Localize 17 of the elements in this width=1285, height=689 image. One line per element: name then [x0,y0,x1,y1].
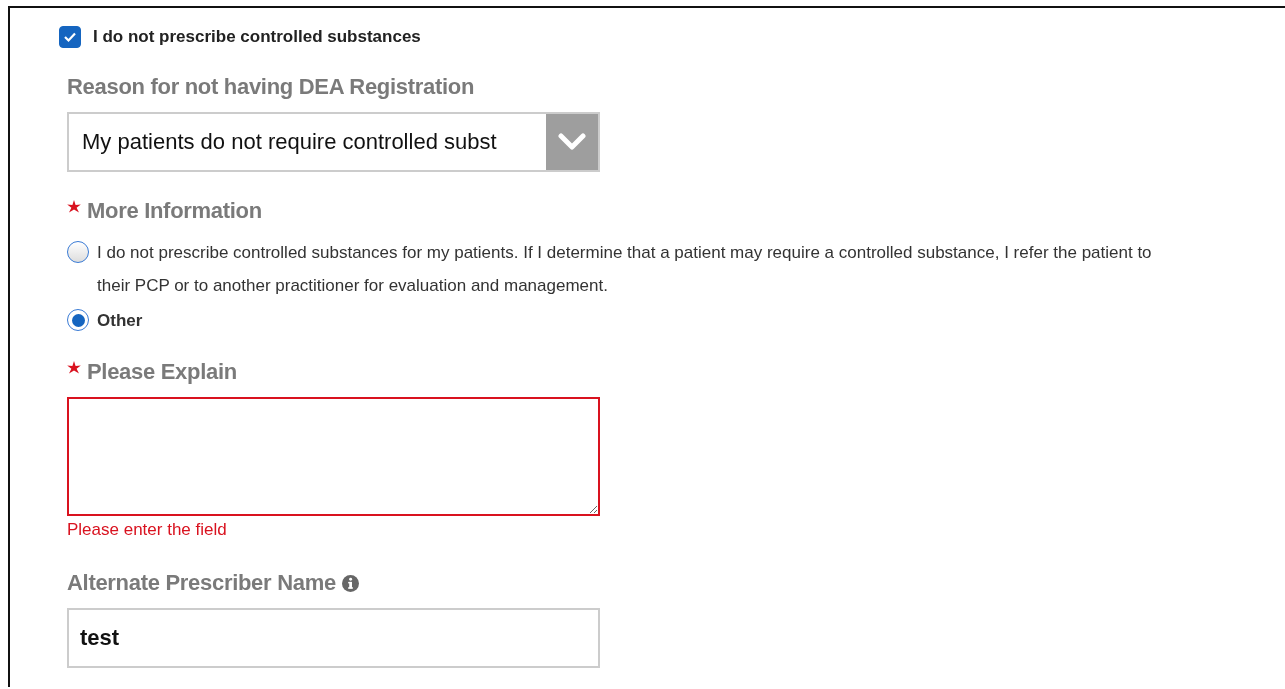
field-label: Reason for not having DEA Registration [67,74,475,100]
info-icon[interactable] [341,575,359,592]
field-label: More Information [87,198,262,224]
radio-label: Other [97,310,143,332]
prescriber-name-field[interactable]: test [67,608,600,668]
radio-button[interactable] [67,241,89,263]
checkbox[interactable] [59,26,81,48]
check-icon [63,30,77,44]
error-message: Please enter the field [67,520,228,540]
field-label: Alternate Prescriber Name [67,570,336,596]
checkbox-label: I do not prescribe controlled substances [93,27,421,47]
explain-field[interactable] [67,397,600,516]
radio-label: I do not prescribe controlled substances for my patients. If I determine that a patient may require a controlled substance, I refer the patient to their PCP or to another practitioner for evaluation and management. [97,242,1153,297]
field-label: Please Explain [87,359,237,385]
chevron-down-icon [558,133,586,151]
reason-dropdown[interactable]: My patients do not require controlled subst [67,112,600,172]
radio-button[interactable] [67,309,89,331]
